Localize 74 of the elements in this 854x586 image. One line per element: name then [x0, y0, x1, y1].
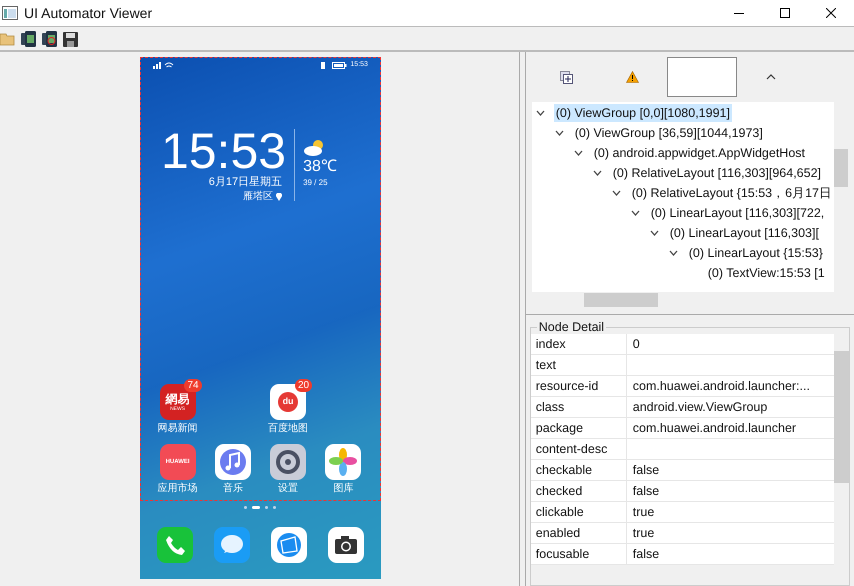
notification-badge: 74: [184, 379, 202, 392]
chevron-down-icon[interactable]: [536, 110, 545, 116]
property-value: false: [632, 462, 660, 479]
property-value: false: [632, 483, 660, 500]
caret-up-icon[interactable]: [766, 74, 776, 80]
property-value: false: [632, 546, 660, 563]
maximize-icon: [780, 8, 790, 18]
tree-node[interactable]: (0) LinearLayout {15:53}: [686, 244, 825, 262]
tree-node[interactable]: (0) android.appwidget.AppWidgetHost: [592, 144, 807, 162]
property-name: index: [530, 334, 627, 354]
property-name: content-desc: [530, 439, 627, 459]
property-value: 0: [632, 336, 640, 353]
app-label: 图库: [333, 484, 354, 494]
device-compressed-icon[interactable]: [42, 31, 58, 47]
chat-bubble-icon[interactable]: [214, 527, 250, 563]
temperature-range: 39 / 25: [303, 177, 329, 189]
property-name: clickable: [530, 502, 627, 522]
music-note-icon[interactable]: [214, 444, 251, 480]
tree-node[interactable]: (0) ViewGroup [0,0][1080,1991]: [554, 104, 732, 122]
date-text: 6月17日星期五: [208, 175, 282, 189]
property-name: text: [530, 355, 627, 375]
property-value: true: [632, 504, 654, 521]
property-name: focusable: [530, 544, 627, 564]
property-name: enabled: [530, 523, 627, 543]
search-field[interactable]: [666, 57, 737, 97]
window-title: UI Automator Viewer: [24, 4, 152, 22]
chevron-down-icon[interactable]: [668, 250, 678, 256]
property-name: resource-id: [530, 376, 627, 396]
property-value: com.huawei.android.launcher:...: [632, 378, 810, 395]
app-label: 网易新闻: [158, 424, 198, 434]
tree-node[interactable]: (0) TextView:15:53 [1: [706, 264, 827, 282]
property-value: true: [632, 525, 654, 542]
temperature: 38℃: [303, 157, 337, 177]
battery-icon: [321, 62, 348, 68]
property-value: com.huawei.android.launcher: [632, 420, 796, 437]
property-name: checkable: [530, 460, 627, 480]
tree-node[interactable]: (0) ViewGroup [36,59][1044,1973]: [572, 124, 765, 142]
flower-icon[interactable]: [325, 444, 362, 480]
app-icon-text: du: [278, 392, 298, 412]
chevron-down-icon[interactable]: [612, 190, 621, 196]
save-icon[interactable]: [63, 32, 78, 46]
tree-node[interactable]: (0) RelativeLayout {15:53，6月17日: [630, 184, 834, 202]
tree-node[interactable]: (0) LinearLayout [116,303][722,: [648, 204, 826, 222]
chevron-down-icon[interactable]: [592, 170, 602, 176]
property-name: class: [530, 397, 627, 417]
property-name: checked: [530, 481, 627, 501]
app-icon-text: 網易: [166, 392, 190, 404]
warning-icon[interactable]: [626, 71, 639, 83]
app-label: 百度地图: [268, 424, 308, 434]
globe-icon[interactable]: [271, 527, 308, 563]
device-screenshot-icon[interactable]: [21, 31, 37, 47]
app-label: 音乐: [222, 484, 243, 494]
gear-icon[interactable]: [270, 444, 306, 480]
minimize-icon: [734, 12, 744, 14]
tree-node[interactable]: (0) LinearLayout [116,303][: [668, 224, 821, 242]
chevron-down-icon[interactable]: [574, 150, 583, 156]
chevron-down-icon[interactable]: [630, 210, 640, 216]
property-value: android.view.ViewGroup: [632, 399, 768, 416]
chevron-down-icon[interactable]: [650, 230, 659, 236]
phone-icon[interactable]: [156, 527, 193, 563]
app-label: 应用市场: [158, 484, 198, 494]
panel-title: Node Detail: [536, 320, 606, 334]
location-pin-icon: [276, 192, 282, 200]
signal-wifi-icon: [152, 62, 175, 68]
close-icon: [826, 8, 836, 18]
tree-node[interactable]: (0) RelativeLayout [116,303][964,652]: [610, 164, 824, 182]
chevron-down-icon[interactable]: [554, 130, 564, 136]
clock-time: 15:53: [160, 127, 286, 175]
location-text: 雁塔区: [243, 190, 274, 204]
notification-badge: 20: [294, 379, 312, 392]
camera-icon[interactable]: [328, 527, 364, 563]
expand-all-icon[interactable]: [560, 70, 573, 84]
property-name: package: [530, 418, 627, 438]
app-label: 设置: [278, 484, 298, 494]
